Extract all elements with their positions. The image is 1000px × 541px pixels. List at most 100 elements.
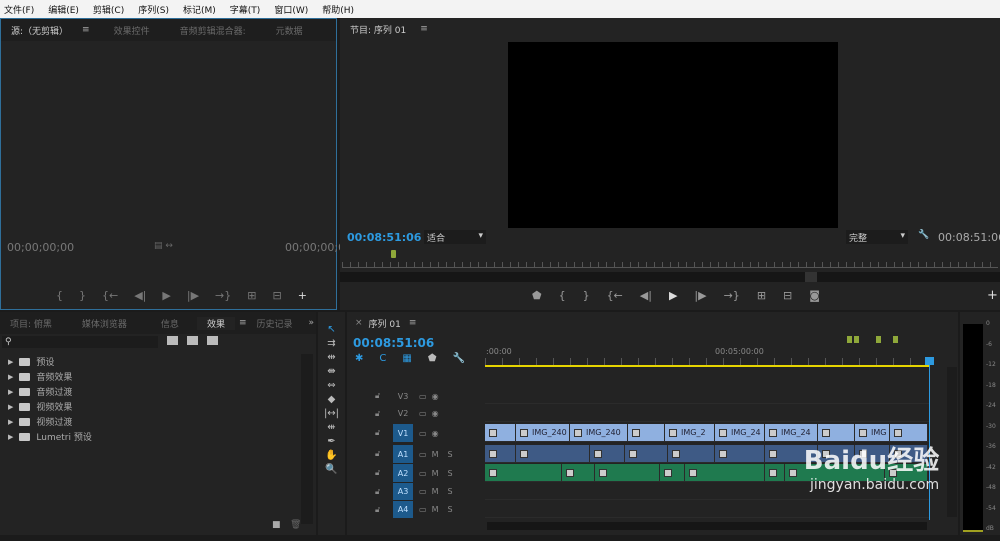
search-field[interactable] (11, 334, 142, 350)
hand-tool-icon[interactable]: ✋ (325, 450, 337, 461)
clip[interactable] (595, 464, 660, 481)
expand-icon[interactable]: ▶ (8, 403, 13, 411)
slide-tool-icon[interactable]: ⇺ (327, 422, 335, 433)
clip[interactable] (625, 445, 668, 462)
quality-select[interactable]: 完整 ▾ (846, 230, 908, 244)
tree-item-video-effects[interactable]: ▶ 视频效果 (0, 399, 300, 414)
tab-info[interactable]: 信息 (151, 317, 189, 330)
track-target[interactable]: A3 (393, 483, 413, 500)
track-lane-v2[interactable] (485, 405, 930, 422)
lock-icon[interactable]: 🔓︎ (375, 409, 389, 419)
wrench-icon[interactable]: 🔧 (453, 353, 465, 364)
lock-icon[interactable]: 🔓︎ (375, 468, 389, 478)
track-lane-v3[interactable] (485, 388, 930, 404)
tab-effects[interactable]: 效果 (196, 316, 235, 330)
go-to-out-icon[interactable]: →} (215, 289, 231, 302)
trash-icon[interactable]: 🗑 (290, 520, 301, 530)
insert-sequence-icon[interactable]: ▦ (402, 353, 411, 364)
clip[interactable]: IMG (855, 424, 890, 441)
eye-icon[interactable]: ◉ (432, 429, 439, 438)
mark-out-icon[interactable]: } (583, 289, 590, 302)
solo-button[interactable]: S (447, 505, 452, 514)
go-to-in-icon[interactable]: {← (607, 289, 623, 302)
marker-icon[interactable] (876, 336, 881, 343)
track-select-tool-icon[interactable]: ⇉ (327, 338, 335, 349)
toggle-sync-icon[interactable]: ▭ (419, 450, 427, 459)
playhead-handle[interactable] (925, 357, 934, 365)
tree-item-audio-transitions[interactable]: ▶ 音频过渡 (0, 384, 300, 399)
film-icon[interactable]: ▤ ↔ (154, 241, 173, 251)
clip[interactable] (818, 424, 855, 441)
clip[interactable]: IMG_2 (665, 424, 715, 441)
lock-icon[interactable]: 🔓︎ (375, 449, 389, 459)
pen-tool-icon[interactable]: ✒ (327, 436, 335, 447)
snap-icon[interactable]: ✱ (355, 353, 363, 364)
clip[interactable] (485, 445, 516, 462)
add-button-icon[interactable]: + (298, 289, 307, 302)
program-ruler[interactable] (342, 262, 998, 268)
clip[interactable] (628, 424, 665, 441)
toggle-sync-icon[interactable]: ▭ (419, 409, 427, 418)
32bit-effects-icon[interactable] (187, 336, 198, 345)
menu-title[interactable]: 字幕(T) (230, 3, 261, 16)
timeline-h-scrollbar[interactable] (487, 522, 927, 530)
mark-out-icon[interactable]: } (79, 289, 86, 302)
clip[interactable] (516, 445, 590, 462)
lock-icon[interactable]: 🔓︎ (375, 391, 389, 401)
selection-tool-icon[interactable]: ↖ (327, 324, 335, 335)
add-marker-icon[interactable]: ⬟ (532, 289, 542, 302)
tab-metadata[interactable]: 元数据 (266, 24, 313, 37)
marker-icon[interactable] (893, 336, 898, 343)
tree-item-presets[interactable]: ▶ 预设 (0, 354, 300, 369)
add-button-icon[interactable]: + (987, 288, 998, 303)
play-icon[interactable]: ▶ (162, 289, 170, 302)
toggle-sync-icon[interactable]: ▭ (419, 392, 427, 401)
eye-icon[interactable]: ◉ (432, 409, 439, 418)
timeline-v-scrollbar[interactable] (947, 367, 957, 517)
clip[interactable]: IMG_240 (516, 424, 570, 441)
marker-icon[interactable] (854, 336, 859, 343)
zoom-select[interactable]: 适合 ▾ (424, 230, 486, 244)
menu-clip[interactable]: 剪辑(C) (93, 3, 124, 16)
expand-icon[interactable]: ▶ (8, 388, 13, 396)
clip[interactable]: IMG_24 (765, 424, 818, 441)
track-target[interactable]: V3 (393, 388, 413, 404)
yuv-effects-icon[interactable] (207, 336, 218, 345)
panel-menu-icon[interactable]: ≡ (409, 318, 417, 328)
toggle-sync-icon[interactable]: ▭ (419, 487, 427, 496)
more-tabs-icon[interactable]: » (309, 318, 315, 328)
toggle-sync-icon[interactable]: ▭ (419, 469, 427, 478)
extract-icon[interactable]: ⊟ (783, 289, 792, 302)
camera-icon[interactable]: ◙ (809, 289, 820, 302)
clip[interactable]: IMG_240 (570, 424, 628, 441)
expand-icon[interactable]: ▶ (8, 433, 13, 441)
menu-sequence[interactable]: 序列(S) (138, 3, 169, 16)
zoom-tool-icon[interactable]: 🔍 (325, 464, 337, 475)
close-icon[interactable]: × (355, 318, 363, 328)
insert-icon[interactable]: ⊞ (247, 289, 256, 302)
go-to-out-icon[interactable]: →} (724, 289, 740, 302)
razor-tool-icon[interactable]: ◆ (328, 394, 336, 405)
tab-project[interactable]: 项目: 俯黑 (0, 317, 62, 330)
step-forward-icon[interactable]: |▶ (187, 289, 199, 302)
mark-in-icon[interactable]: { (56, 289, 63, 302)
linked-selection-icon[interactable]: C (379, 353, 386, 364)
step-back-icon[interactable]: ◀| (134, 289, 146, 302)
clip[interactable] (485, 424, 516, 441)
accelerated-effects-icon[interactable] (167, 336, 178, 345)
mute-button[interactable]: M (432, 450, 439, 459)
tab-media-browser[interactable]: 媒体浏览器 (72, 317, 137, 330)
effects-search-input[interactable]: ⚲ (2, 334, 158, 350)
clip[interactable] (590, 445, 625, 462)
eye-icon[interactable]: ◉ (432, 392, 439, 401)
solo-button[interactable]: S (447, 450, 452, 459)
program-scrollbar[interactable] (340, 272, 1000, 282)
tab-source[interactable]: 源:（无剪辑） (1, 24, 78, 37)
mute-button[interactable]: M (432, 505, 439, 514)
go-to-in-icon[interactable]: {← (102, 289, 118, 302)
track-target[interactable]: A4 (393, 501, 413, 518)
program-title[interactable]: 节目: 序列 01 (340, 23, 416, 36)
tree-item-audio-effects[interactable]: ▶ 音频效果 (0, 369, 300, 384)
clip[interactable] (685, 464, 765, 481)
rate-stretch-tool-icon[interactable]: ⇔ (327, 380, 335, 391)
